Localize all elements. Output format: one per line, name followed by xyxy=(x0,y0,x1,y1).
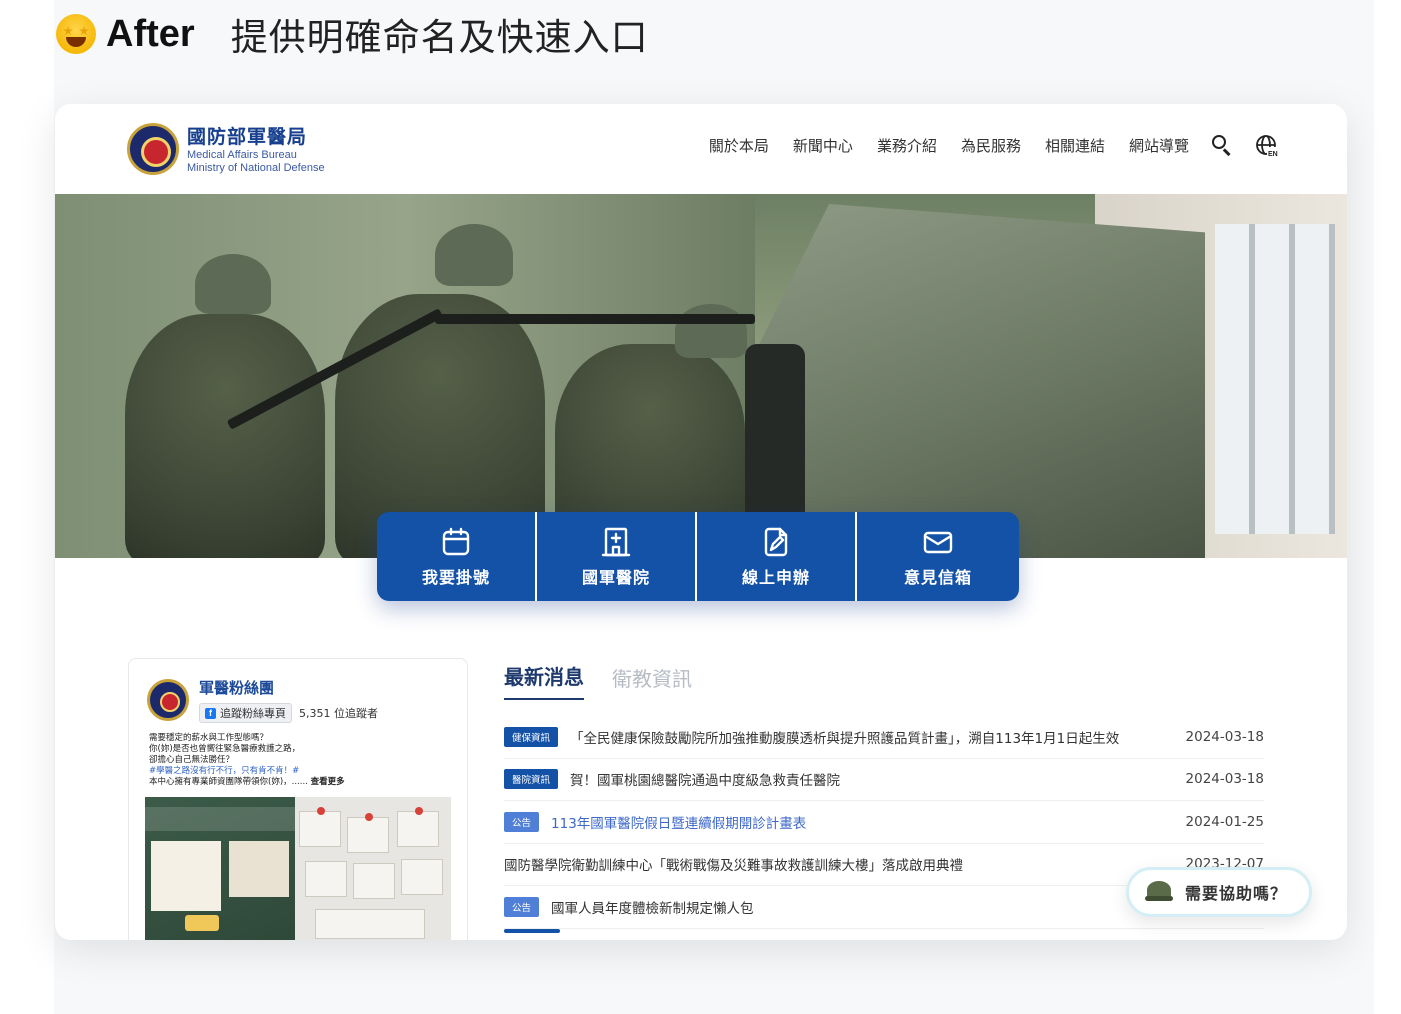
help-button-label: 需要協助嗎？ xyxy=(1185,884,1288,903)
mail-icon xyxy=(923,531,953,553)
after-label: After xyxy=(106,12,195,55)
news-category-badge: 健保資訊 xyxy=(504,726,559,747)
fb-post-text: 需要穩定的薪水與工作型態嗎？ 你(妳)是否也曾嚮往緊急醫療救護之路， 卻擔心自己… xyxy=(129,723,467,788)
quick-link-label: 意見信箱 xyxy=(903,567,972,587)
slide-subtitle: 提供明確命名及快速入口 xyxy=(230,16,649,59)
hospital-icon xyxy=(601,527,631,556)
news-tabs: 最新消息 衛教資訊 xyxy=(504,660,1264,700)
quick-link-registration[interactable]: 我要掛號 xyxy=(377,512,537,601)
fb-page-avatar-icon[interactable] xyxy=(147,679,189,721)
quick-link-label: 我要掛號 xyxy=(421,567,490,587)
fb-follow-label: 追蹤粉絲專頁 xyxy=(220,707,286,720)
facebook-page-widget: 軍醫粉絲團 f 追蹤粉絲專頁 5,351 位追蹤者 需要穩定的薪水與工作型態嗎？… xyxy=(128,658,468,940)
news-item-partial xyxy=(504,928,1264,941)
document-edit-icon xyxy=(764,527,788,556)
news-item[interactable]: 公告 113年國軍醫院假日暨連續假期開診計畫表 2024-01-25 xyxy=(504,801,1264,844)
nav-item-news[interactable]: 新聞中心 xyxy=(793,135,853,156)
nav-item-services[interactable]: 業務介紹 xyxy=(877,135,937,156)
star-struck-emoji-icon xyxy=(56,14,96,54)
quick-link-label: 線上申辦 xyxy=(741,567,810,587)
fb-follow-button[interactable]: f 追蹤粉絲專頁 xyxy=(199,703,292,723)
help-chat-button[interactable]: 需要協助嗎？ xyxy=(1126,867,1312,917)
main-nav: 關於本局 新聞中心 業務介紹 為民服務 相關連結 網站導覽 EN xyxy=(685,134,1279,158)
news-item[interactable]: 健保資訊 「全民健康保險鼓勵院所加強推動腹膜透析與提升照護品質計畫」，溯自113… xyxy=(504,716,1264,759)
news-category-badge: 醫院資訊 xyxy=(504,769,559,790)
calendar-icon xyxy=(442,527,470,555)
tab-latest-news[interactable]: 最新消息 xyxy=(504,661,584,700)
site-header: 國防部軍醫局 Medical Affairs Bureau Ministry o… xyxy=(55,104,1347,194)
slide-heading: After 提供明確命名及快速入口 xyxy=(56,8,649,60)
nav-item-links[interactable]: 相關連結 xyxy=(1045,135,1105,156)
svg-text:EN: EN xyxy=(1268,151,1278,158)
news-title[interactable]: 113年國軍醫院假日暨連續假期開診計畫表 xyxy=(551,812,1174,832)
tab-health-education[interactable]: 衛教資訊 xyxy=(612,663,692,700)
fb-post-hashtag[interactable]: #學醫之路沒有行不行，只有肯不肯！# xyxy=(149,766,447,777)
site-logo[interactable]: 國防部軍醫局 Medical Affairs Bureau Ministry o… xyxy=(127,122,325,175)
facebook-icon: f xyxy=(205,707,216,719)
quick-link-label: 國軍醫院 xyxy=(581,567,650,587)
globe-en-icon[interactable]: EN xyxy=(1255,134,1279,158)
nav-item-sitemap[interactable]: 網站導覽 xyxy=(1129,135,1189,156)
news-title[interactable]: 國防醫學院衛勤訓練中心「戰術戰傷及災難事故救護訓練大樓」落成啟用典禮 xyxy=(504,854,1174,874)
fb-post-line: 本中心擁有專業師資團隊帶領你(妳)，...... xyxy=(149,777,308,787)
hero-banner-image xyxy=(55,194,1347,558)
quick-link-online-application[interactable]: 線上申辦 xyxy=(697,512,857,601)
fb-see-more-link[interactable]: 查看更多 xyxy=(311,777,345,787)
org-name-en-line2: Ministry of National Defense xyxy=(187,162,325,174)
news-category-badge: 公告 xyxy=(504,811,540,832)
news-title[interactable]: 「全民健康保險鼓勵院所加強推動腹膜透析與提升照護品質計畫」，溯自113年1月1日… xyxy=(570,727,1174,747)
news-category-badge: 公告 xyxy=(504,896,540,917)
fb-follower-count: 5,351 位追蹤者 xyxy=(299,707,378,720)
fb-page-name[interactable]: 軍醫粉絲團 xyxy=(199,677,378,698)
news-date: 2024-01-25 xyxy=(1185,813,1264,830)
fb-post-line: 需要穩定的薪水與工作型態嗎？ xyxy=(149,733,269,743)
fb-post-image[interactable] xyxy=(145,797,451,940)
search-icon[interactable] xyxy=(1211,134,1233,156)
quick-links-bar: 我要掛號 國軍醫院 線上申辦 意見信箱 xyxy=(377,512,1019,601)
helmet-icon xyxy=(1145,881,1173,903)
news-item[interactable]: 醫院資訊 賀！國軍桃園總醫院通過中度級急救責任醫院 2024-03-18 xyxy=(504,759,1264,801)
news-date: 2024-03-18 xyxy=(1185,728,1264,745)
fb-post-line: 卻擔心自己無法勝任？ xyxy=(149,755,235,765)
nav-item-public-service[interactable]: 為民服務 xyxy=(961,135,1021,156)
fb-post-line: 你(妳)是否也曾嚮往緊急醫療救護之路， xyxy=(149,744,301,754)
org-name-zh: 國防部軍醫局 xyxy=(187,126,308,148)
nav-item-about[interactable]: 關於本局 xyxy=(709,135,769,156)
news-title[interactable]: 賀！國軍桃園總醫院通過中度級急救責任醫院 xyxy=(570,769,1174,789)
news-date: 2024-03-18 xyxy=(1185,771,1264,788)
news-title[interactable]: 國軍人員年度體檢新制規定懶人包 xyxy=(551,897,1174,917)
bureau-emblem-icon xyxy=(127,122,179,175)
quick-link-feedback-mailbox[interactable]: 意見信箱 xyxy=(857,512,1019,601)
news-category-badge xyxy=(504,928,560,933)
website-mockup: 國防部軍醫局 Medical Affairs Bureau Ministry o… xyxy=(55,104,1347,940)
org-name-en-line1: Medical Affairs Bureau xyxy=(187,149,297,161)
quick-link-hospitals[interactable]: 國軍醫院 xyxy=(537,512,697,601)
